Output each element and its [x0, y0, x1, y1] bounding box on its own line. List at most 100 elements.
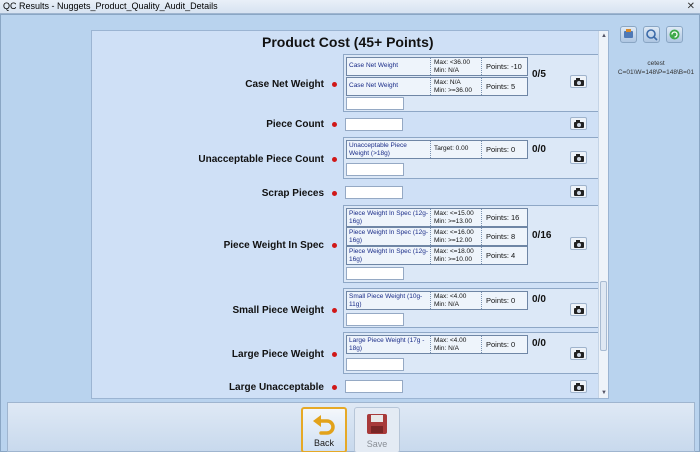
camera-icon[interactable] [570, 237, 587, 250]
criterion-min: Min: N/A [434, 344, 459, 352]
criterion-range: Max: <4.00 Min: N/A [432, 292, 482, 309]
criterion-points: Points: 0 [486, 340, 516, 349]
window-frame: Product Cost (45+ Points) Case Net Weigh… [0, 14, 700, 452]
row-label-large-unacceptable: Large Unacceptable [228, 382, 324, 393]
criterion-min: Min: >=10.00 [434, 255, 472, 263]
camera-icon[interactable] [570, 347, 587, 360]
vertical-scrollbar[interactable]: ▲ ▼ [598, 31, 608, 398]
criterion-max: Max: <=18.00 [434, 248, 474, 255]
criterion-points: Points: 0 [486, 296, 516, 305]
row-score: 0/16 [532, 230, 552, 241]
criterion-min: Min: >=36.00 [434, 86, 472, 94]
camera-icon[interactable] [570, 117, 587, 130]
criterion-range: Max: <4.00 Min: N/A [432, 336, 482, 353]
refresh-icon[interactable] [666, 26, 683, 43]
case-net-weight-input[interactable] [346, 97, 404, 110]
criterion-name: Unacceptable Piece Weight (>18g) [347, 141, 431, 158]
criterion-row: Small Piece Weight (10g-11g) Max: <4.00 … [346, 291, 528, 310]
criterion-range: Max: <=18.00 Min: >=10.00 [432, 247, 482, 264]
unacceptable-piece-count-input[interactable] [346, 163, 404, 176]
required-indicator [332, 157, 337, 162]
criterion-row: Case Net Weight Max: N/A Min: >=36.00 Po… [346, 77, 528, 96]
row-label-piece-weight-in-spec: Piece Weight In Spec [223, 240, 324, 251]
back-button[interactable]: Back [301, 407, 347, 452]
window-title: QC Results - Nuggets_Product_Quality_Aud… [3, 1, 218, 11]
undo-arrow-icon [313, 415, 335, 435]
criterion-range: Max: N/A Min: >=36.00 [432, 78, 482, 95]
criterion-target: Target: 0.00 [434, 145, 469, 152]
camera-icon[interactable] [570, 185, 587, 198]
criterion-name: Large Piece Weight (17g - 18g) [347, 336, 431, 353]
row-label-small-piece-weight: Small Piece Weight [232, 305, 324, 316]
scroll-down-arrow-icon[interactable]: ▼ [599, 388, 608, 398]
criterion-min: Min: >=12.00 [434, 236, 472, 244]
criterion-name: Case Net Weight [347, 78, 431, 95]
title-bar: QC Results - Nuggets_Product_Quality_Aud… [0, 0, 700, 14]
required-indicator [332, 308, 337, 313]
tools-icon[interactable] [620, 26, 637, 43]
camera-icon[interactable] [570, 303, 587, 316]
row-score: 0/0 [532, 338, 546, 349]
criterion-row: Unacceptable Piece Weight (>18g) Target:… [346, 140, 528, 159]
criterion-name: Case Net Weight [347, 58, 431, 75]
row-label-unacceptable-piece-count: Unacceptable Piece Count [198, 154, 324, 165]
criterion-max: Max: <4.00 [434, 337, 467, 344]
scroll-up-arrow-icon[interactable]: ▲ [599, 31, 608, 41]
row-label-large-piece-weight: Large Piece Weight [231, 349, 324, 360]
criterion-range: Max: <=15.00 Min: >=13.00 [432, 209, 482, 226]
camera-icon[interactable] [570, 151, 587, 164]
small-piece-weight-input[interactable] [346, 313, 404, 326]
criterion-max: Max: <=15.00 [434, 210, 474, 217]
criterion-points: Points: 0 [486, 145, 516, 154]
current-user: cetest [647, 60, 665, 67]
row-label-piece-count: Piece Count [266, 119, 324, 130]
save-label: Save [366, 439, 388, 449]
criterion-name: Piece Weight In Spec (12g-16g) [347, 228, 431, 245]
piece-count-input[interactable] [345, 118, 403, 131]
save-button[interactable]: Save [354, 407, 400, 452]
close-icon[interactable]: ✕ [687, 1, 695, 12]
criterion-max: Max: <36.00 [434, 59, 470, 66]
criterion-max: Max: <4.00 [434, 293, 467, 300]
criterion-range: Target: 0.00 [432, 141, 482, 158]
criterion-min: Min: N/A [434, 66, 459, 74]
row-score: 0/5 [532, 69, 546, 80]
criterion-row: Case Net Weight Max: <36.00 Min: N/A Poi… [346, 57, 528, 76]
criterion-row: Piece Weight In Spec (12g-16g) Max: <=16… [346, 227, 528, 246]
required-indicator [332, 352, 337, 357]
criterion-points: Points: 8 [486, 232, 516, 241]
criterion-name: Piece Weight In Spec (12g-16g) [347, 247, 431, 264]
bottom-toolbar: Back Save [7, 402, 695, 452]
criterion-name: Piece Weight In Spec (12g-16g) [347, 209, 431, 226]
row-label-scrap-pieces: Scrap Pieces [261, 188, 324, 199]
session-status: C=01\W=148\P=148\B=01 [617, 69, 695, 76]
criterion-points: Points: 5 [486, 82, 516, 91]
row-score: 0/0 [532, 144, 546, 155]
large-unacceptable-input[interactable] [345, 380, 403, 393]
criterion-min: Min: N/A [434, 300, 459, 308]
criterion-range: Max: <36.00 Min: N/A [432, 58, 482, 75]
row-score: 0/0 [532, 294, 546, 305]
criterion-row: Piece Weight In Spec (12g-16g) Max: <=15… [346, 208, 528, 227]
criterion-points: Points: -10 [486, 62, 522, 71]
required-indicator [332, 191, 337, 196]
criterion-min: Min: >=13.00 [434, 217, 472, 225]
search-icon[interactable] [643, 26, 660, 43]
required-indicator [332, 385, 337, 390]
camera-icon[interactable] [570, 75, 587, 88]
scrollbar-thumb[interactable] [600, 281, 607, 351]
section-title: Product Cost (45+ Points) [262, 34, 434, 50]
required-indicator [332, 122, 337, 127]
criterion-points: Points: 4 [486, 251, 516, 260]
row-label-case-net-weight: Case Net Weight [245, 79, 324, 90]
required-indicator [332, 243, 337, 248]
scrap-pieces-input[interactable] [345, 186, 403, 199]
required-indicator [332, 82, 337, 87]
large-piece-weight-input[interactable] [346, 358, 404, 371]
piece-weight-in-spec-input[interactable] [346, 267, 404, 280]
camera-icon[interactable] [570, 380, 587, 393]
criterion-range: Max: <=16.00 Min: >=12.00 [432, 228, 482, 245]
back-label: Back [313, 438, 334, 448]
audit-details-pane[interactable]: Product Cost (45+ Points) Case Net Weigh… [91, 30, 609, 399]
criterion-max: Max: <=16.00 [434, 229, 474, 236]
